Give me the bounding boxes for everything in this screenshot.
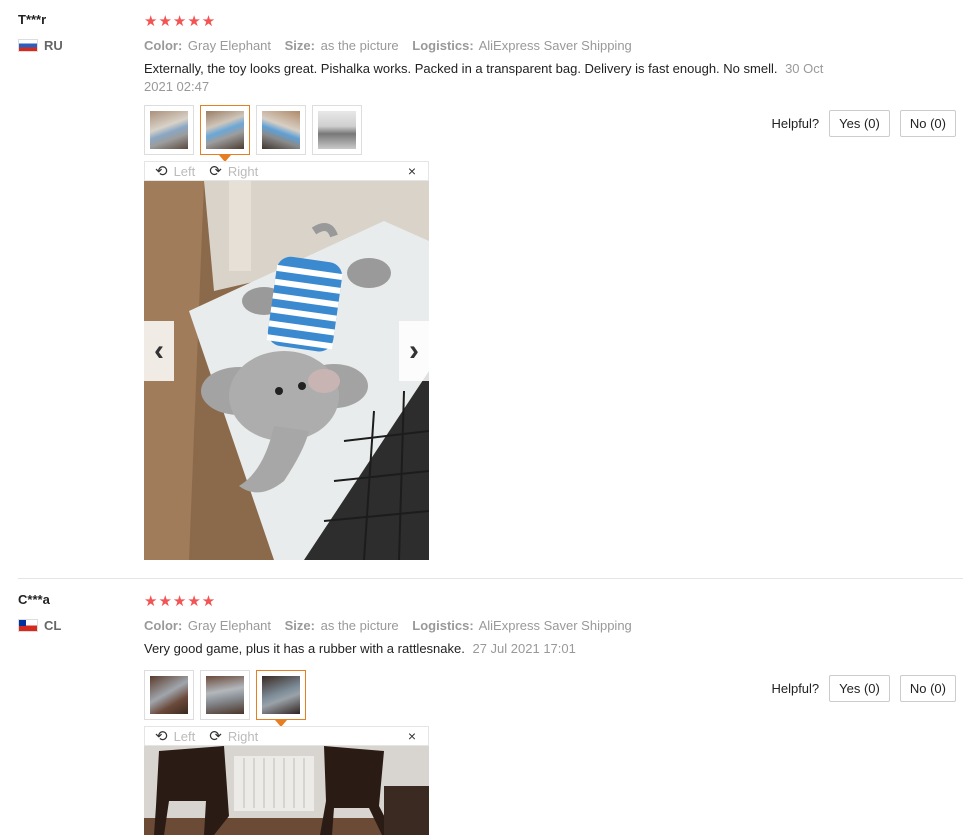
size-value: as the picture: [320, 38, 399, 53]
logistics-label: Logistics:: [412, 38, 474, 53]
reviewer-info: C***a CL: [18, 592, 61, 633]
rotate-right-icon: ⟳: [209, 162, 222, 180]
color-label: Color:: [144, 38, 183, 53]
yes-vote-button[interactable]: Yes (0): [829, 110, 890, 137]
review-attributes: Color: Gray Elephant Size: as the pictur…: [144, 38, 864, 53]
review-photo: ‹ ›: [144, 181, 429, 560]
review-thumbnail[interactable]: [200, 670, 250, 720]
review-content: ★★★★★ Color: Gray Elephant Size: as the …: [144, 592, 864, 658]
image-viewer: ⟲ Left ⟳ Right ×: [144, 726, 429, 835]
yes-vote-button[interactable]: Yes (0): [829, 675, 890, 702]
rotate-left-button[interactable]: ⟲ Left: [155, 729, 195, 744]
reviewer-name: C***a: [18, 592, 50, 607]
star-rating: ★★★★★: [144, 13, 217, 30]
logistics-value: AliExpress Saver Shipping: [478, 618, 632, 633]
review-photo: [144, 746, 429, 835]
rotate-right-icon: ⟳: [209, 727, 222, 745]
viewer-toolbar: ⟲ Left ⟳ Right ×: [144, 161, 429, 181]
review-thumbnail[interactable]: [144, 105, 194, 155]
chevron-left-icon[interactable]: ‹: [144, 321, 174, 381]
reviewer-name: T***r: [18, 12, 47, 27]
review-thumbnails: [144, 105, 362, 162]
review-text: Very good game, plus it has a rubber wit…: [144, 640, 854, 658]
logistics-label: Logistics:: [412, 618, 474, 633]
review-body: Very good game, plus it has a rubber wit…: [144, 641, 465, 656]
reviewer-info: T***r RU: [18, 12, 63, 53]
no-vote-button[interactable]: No (0): [899, 675, 956, 702]
review-thumbnail[interactable]: [312, 105, 362, 155]
no-vote-button[interactable]: No (0): [899, 110, 956, 137]
russia-flag-icon: [18, 39, 38, 52]
rotate-left-label: Left: [173, 728, 196, 744]
review-content: ★★★★★ Color: Gray Elephant Size: as the …: [144, 12, 864, 96]
size-label: Size:: [284, 618, 315, 633]
logistics-value: AliExpress Saver Shipping: [478, 38, 632, 53]
review-date: 27 Jul 2021 17:01: [472, 641, 576, 656]
rotate-right-label: Right: [227, 163, 259, 179]
helpful-label: Helpful?: [771, 681, 820, 696]
rotate-right-button[interactable]: ⟳ Right: [209, 164, 258, 179]
review-thumbnail-active[interactable]: [256, 670, 306, 727]
reviewer-country: CL: [18, 618, 61, 633]
size-value: as the picture: [320, 618, 399, 633]
country-code: CL: [44, 618, 62, 633]
rotate-right-label: Right: [227, 728, 259, 744]
rotate-right-button[interactable]: ⟳ Right: [209, 729, 258, 744]
helpful-label: Helpful?: [771, 116, 820, 131]
review-thumbnail-active[interactable]: [200, 105, 250, 162]
review-item: C***a CL ★★★★★ Color: Gray Elephant Size…: [0, 580, 970, 835]
chevron-right-icon[interactable]: ›: [399, 321, 429, 381]
helpful-section: Helpful? Yes (0) No (0): [771, 675, 956, 702]
color-value: Gray Elephant: [187, 38, 272, 53]
viewer-toolbar: ⟲ Left ⟳ Right ×: [144, 726, 429, 746]
color-value: Gray Elephant: [187, 618, 272, 633]
star-rating: ★★★★★: [144, 593, 217, 610]
rotate-left-icon: ⟲: [155, 727, 168, 745]
review-body: Externally, the toy looks great. Pishalk…: [144, 61, 778, 76]
review-divider: [18, 578, 963, 579]
chile-flag-icon: [18, 619, 38, 632]
close-icon[interactable]: ×: [408, 163, 416, 179]
review-thumbnail[interactable]: [144, 670, 194, 720]
image-viewer: ⟲ Left ⟳ Right ×: [144, 161, 429, 560]
size-label: Size:: [284, 38, 315, 53]
country-code: RU: [44, 38, 63, 53]
reviewer-country: RU: [18, 38, 63, 53]
photo-elephant-toy: [144, 181, 429, 560]
helpful-section: Helpful? Yes (0) No (0): [771, 110, 956, 137]
review-item: T***r RU ★★★★★ Color: Gray Elephant Size…: [0, 0, 970, 578]
rotate-left-label: Left: [173, 163, 196, 179]
rotate-left-button[interactable]: ⟲ Left: [155, 164, 195, 179]
review-thumbnails: [144, 670, 306, 727]
photo-chairs: [144, 746, 429, 835]
review-thumbnail[interactable]: [256, 105, 306, 155]
close-icon[interactable]: ×: [408, 728, 416, 744]
rotate-left-icon: ⟲: [155, 162, 168, 180]
review-attributes: Color: Gray Elephant Size: as the pictur…: [144, 618, 864, 633]
color-label: Color:: [144, 618, 183, 633]
review-text: Externally, the toy looks great. Pishalk…: [144, 60, 854, 96]
